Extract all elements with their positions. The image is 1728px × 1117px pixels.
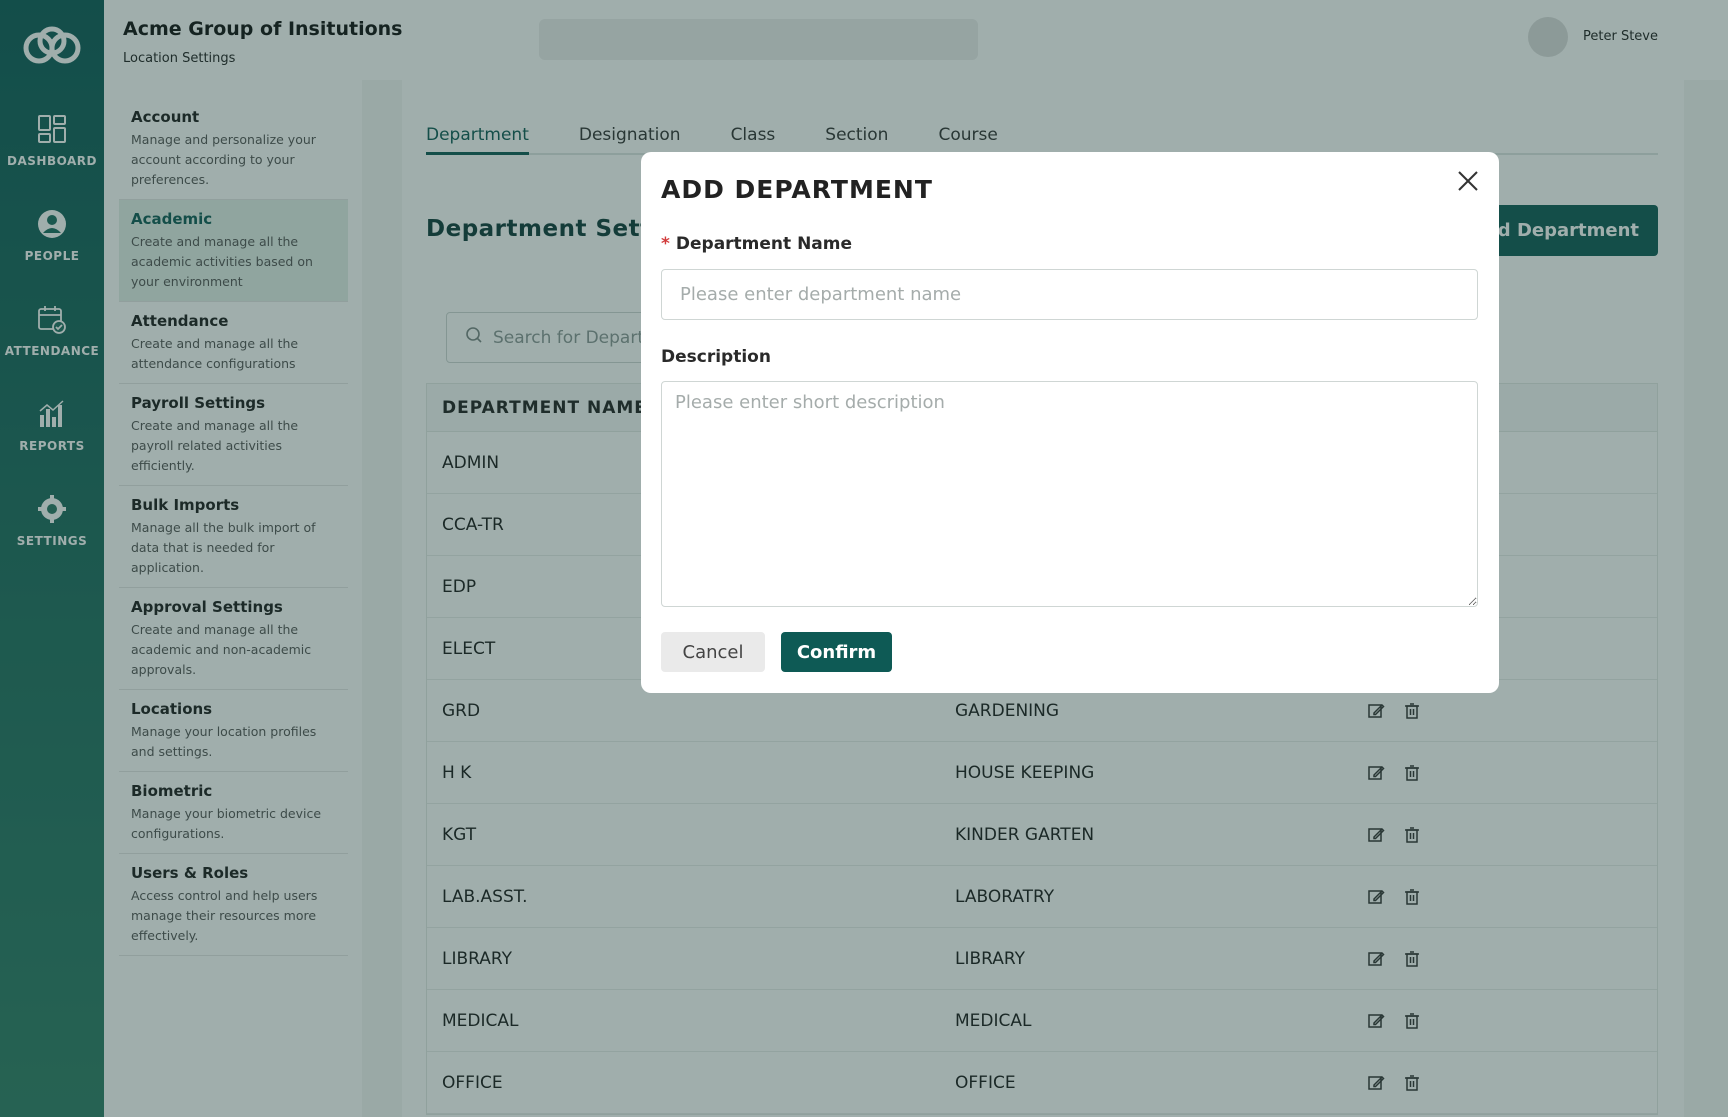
department-name-input[interactable] — [661, 269, 1478, 320]
department-name-label-text: Department Name — [675, 234, 853, 254]
description-textarea[interactable] — [661, 381, 1478, 607]
description-label: Description — [661, 347, 771, 367]
cancel-button[interactable]: Cancel — [661, 632, 765, 672]
close-icon[interactable] — [1455, 168, 1481, 194]
required-marker: * — [661, 234, 670, 254]
modal-title: ADD DEPARTMENT — [661, 175, 933, 204]
confirm-button[interactable]: Confirm — [781, 632, 892, 672]
add-department-modal: ADD DEPARTMENT *Department Name Descript… — [641, 152, 1499, 693]
department-name-label: * Department Name — [661, 234, 852, 254]
